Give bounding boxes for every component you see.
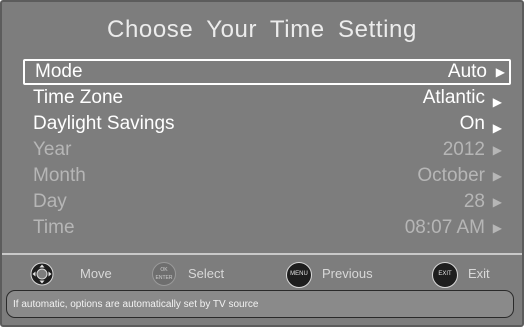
setting-value: 2012	[442, 139, 485, 160]
setting-value: 28	[463, 191, 485, 212]
status-message: If automatic, options are automatically …	[6, 290, 514, 318]
right-arrow-icon: ▶	[492, 169, 502, 183]
setting-value: Atlantic	[422, 87, 485, 108]
hint-label: Move	[80, 266, 112, 281]
ok-enter-button-icon: OK ENTER	[152, 262, 176, 286]
setting-row-daylight-savings[interactable]: Daylight Savings On ▶	[26, 111, 511, 137]
hint-label: Previous	[322, 266, 373, 281]
right-arrow-icon: ▶	[492, 195, 502, 209]
setting-label: Year	[33, 139, 72, 160]
setting-label: Time Zone	[33, 87, 124, 108]
setting-value: On	[459, 113, 485, 134]
hint-label: Select	[188, 266, 225, 281]
hint-label: Exit	[468, 266, 490, 281]
setting-label: Time	[33, 217, 75, 238]
setting-row-month: Month October ▶	[26, 163, 511, 189]
setting-label: Month	[33, 165, 86, 186]
dpad-icon	[30, 262, 54, 286]
setting-row-day: Day 28 ▶	[26, 189, 511, 215]
setting-value: 08:07 AM	[404, 217, 485, 238]
time-settings-dialog: Choose Your Time Setting Mode Auto ▶ Tim…	[0, 0, 524, 327]
dialog-title: Choose Your Time Setting	[107, 16, 417, 43]
setting-row-time: Time 08:07 AM ▶	[26, 215, 511, 241]
settings-list: Mode Auto ▶ Time Zone Atlantic ▶ Dayligh…	[23, 59, 511, 241]
divider	[2, 253, 522, 255]
setting-value: Auto	[447, 61, 487, 82]
exit-button-icon: EXIT	[432, 262, 458, 288]
right-arrow-icon[interactable]: ▶	[496, 61, 505, 83]
button-hints: Move OK ENTER Select MENU Previous EXIT …	[2, 260, 522, 288]
setting-label: Day	[33, 191, 67, 212]
setting-row-time-zone[interactable]: Time Zone Atlantic ▶	[26, 85, 511, 111]
setting-row-mode[interactable]: Mode Auto ▶	[23, 59, 511, 85]
setting-label: Daylight Savings	[33, 113, 175, 134]
menu-button-icon: MENU	[286, 262, 312, 288]
setting-value: October	[417, 165, 485, 186]
right-arrow-icon: ▶	[492, 143, 502, 157]
setting-row-year: Year 2012 ▶	[26, 137, 511, 163]
setting-label: Mode	[35, 61, 83, 82]
right-arrow-icon: ▶	[492, 221, 502, 235]
